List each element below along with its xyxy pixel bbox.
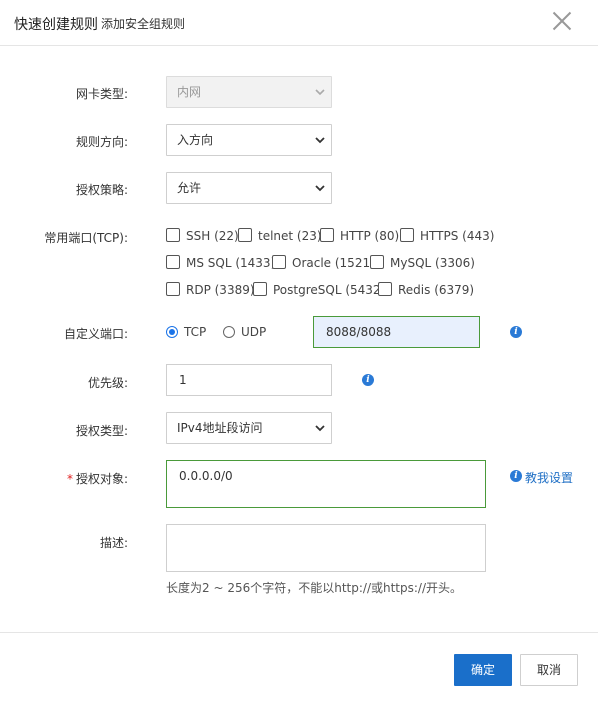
chevron-down-icon <box>315 89 325 96</box>
radio-udp[interactable]: UDP <box>223 324 266 340</box>
dialog-header: 快速创建规则 添加安全组规则 <box>0 0 598 46</box>
port-checkbox-postgresql[interactable]: PostgreSQL (5432) <box>253 282 385 298</box>
common-ports-label: 常用端口(TCP): <box>44 231 128 245</box>
required-mark: * <box>66 472 73 486</box>
direction-value: 入方向 <box>177 133 214 147</box>
nic-type-value: 内网 <box>177 85 202 99</box>
checkbox-icon <box>320 228 334 242</box>
chevron-down-icon <box>315 137 325 144</box>
footer-divider <box>0 632 598 633</box>
custom-port-label: 自定义端口: <box>63 327 128 341</box>
port-checkbox-oracle[interactable]: Oracle (1521) <box>272 255 375 271</box>
policy-select[interactable]: 允许 <box>166 172 332 204</box>
priority-input[interactable]: 1 <box>166 364 332 396</box>
radio-tcp[interactable]: TCP <box>166 324 206 340</box>
auth-type-value: IPv4地址段访问 <box>177 421 263 435</box>
auth-type-label: 授权类型: <box>75 424 128 438</box>
policy-label: 授权策略: <box>75 183 128 197</box>
port-checkbox-telnet[interactable]: telnet (23) <box>238 228 322 244</box>
port-checkbox-ssh[interactable]: SSH (22) <box>166 228 239 244</box>
port-checkbox-http[interactable]: HTTP (80) <box>320 228 399 244</box>
close-icon[interactable] <box>552 11 572 31</box>
radio-unchecked-icon <box>223 326 235 338</box>
checkbox-icon <box>370 255 384 269</box>
auth-type-select[interactable]: IPv4地址段访问 <box>166 412 332 444</box>
checkbox-icon <box>378 282 392 296</box>
priority-label: 优先级: <box>87 376 128 390</box>
cancel-button[interactable]: 取消 <box>520 654 578 686</box>
dialog-title: 快速创建规则 <box>14 17 98 33</box>
radio-checked-icon <box>166 326 178 338</box>
nic-type-label: 网卡类型: <box>75 87 128 101</box>
policy-value: 允许 <box>177 181 202 195</box>
port-checkbox-rdp[interactable]: RDP (3389) <box>166 282 255 298</box>
port-checkbox-mysql[interactable]: MySQL (3306) <box>370 255 475 271</box>
description-label: 描述: <box>99 536 128 550</box>
direction-label: 规则方向: <box>75 135 128 149</box>
checkbox-icon <box>400 228 414 242</box>
description-hint: 长度为2 ~ 256个字符，不能以http://或https://开头。 <box>166 581 462 595</box>
auth-object-textarea[interactable]: 0.0.0.0/0 <box>166 460 486 508</box>
help-link[interactable]: 教我设置 <box>525 469 573 486</box>
port-checkbox-redis[interactable]: Redis (6379) <box>378 282 474 298</box>
chevron-down-icon <box>315 185 325 192</box>
port-checkbox-https[interactable]: HTTPS (443) <box>400 228 494 244</box>
info-icon: i <box>510 470 522 482</box>
info-icon[interactable]: i <box>510 326 522 338</box>
port-checkbox-mssql[interactable]: MS SQL (1433) <box>166 255 275 271</box>
direction-select[interactable]: 入方向 <box>166 124 332 156</box>
nic-type-select: 内网 <box>166 76 332 108</box>
checkbox-icon <box>238 228 252 242</box>
info-icon[interactable]: i <box>362 374 374 386</box>
custom-port-input[interactable]: 8088/8088 <box>313 316 480 348</box>
checkbox-icon <box>253 282 267 296</box>
confirm-button[interactable]: 确定 <box>454 654 512 686</box>
custom-port-value: 8088/8088 <box>326 325 392 339</box>
priority-value: 1 <box>179 373 187 387</box>
auth-object-value: 0.0.0.0/0 <box>179 469 233 483</box>
description-textarea[interactable] <box>166 524 486 572</box>
checkbox-icon <box>166 255 180 269</box>
checkbox-icon <box>166 228 180 242</box>
checkbox-icon <box>166 282 180 296</box>
chevron-down-icon <box>315 425 325 432</box>
dialog-subtitle: 添加安全组规则 <box>101 17 186 31</box>
checkbox-icon <box>272 255 286 269</box>
auth-object-label: * 授权对象: <box>66 472 128 486</box>
